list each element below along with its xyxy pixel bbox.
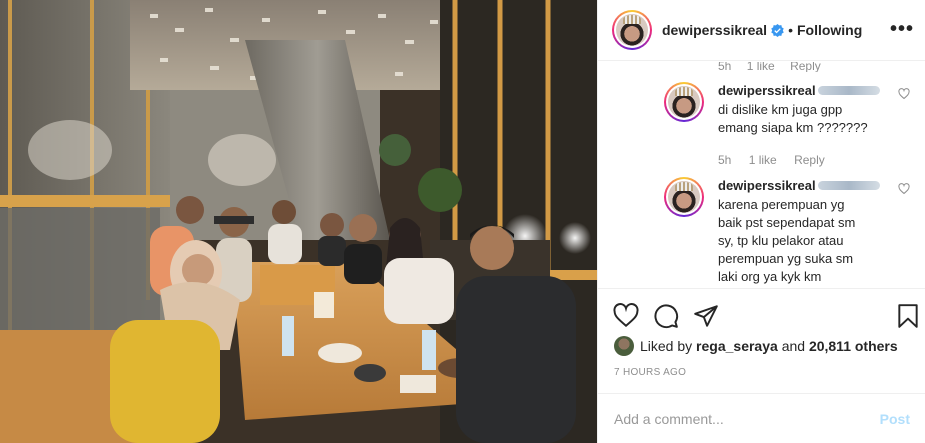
liker-avatar: [614, 336, 634, 356]
comment-time: 5h: [718, 62, 732, 72]
post-comment-button[interactable]: Post: [880, 411, 910, 427]
author-username[interactable]: dewiperssikreal: [662, 22, 767, 38]
likes-summary[interactable]: Liked by rega_seraya and 20,811 others: [614, 336, 898, 356]
comment-text: di dislike km juga gpp emang siapa km ??…: [718, 102, 868, 135]
add-comment-bar: Post: [598, 393, 925, 443]
comment-text: karena perempuan yg baik pst sependapat …: [718, 197, 856, 284]
reply-button[interactable]: Reply: [794, 153, 825, 167]
commenter-avatar[interactable]: [664, 177, 704, 217]
comment-likes[interactable]: 1 like: [749, 153, 777, 167]
post-actions-bar: [598, 288, 925, 340]
comment-like-heart-icon[interactable]: [898, 88, 910, 100]
comment-item: dewiperssikreal di dislike km juga gpp e…: [664, 82, 914, 172]
post-header: dewiperssikreal • Following •••: [598, 0, 925, 61]
add-comment-input[interactable]: [614, 410, 880, 427]
heart-icon[interactable]: [613, 303, 639, 329]
commenter-username[interactable]: dewiperssikreal: [718, 83, 816, 98]
likes-joiner: and: [781, 338, 806, 354]
post-photo[interactable]: [0, 0, 597, 443]
share-icon[interactable]: [693, 303, 719, 329]
comment-meta-partial: 5h 1 like Reply: [718, 62, 833, 72]
verified-badge-icon: [771, 23, 784, 37]
likes-others-count[interactable]: 20,811 others: [809, 338, 898, 354]
comment-icon[interactable]: [653, 303, 679, 329]
group-photo-image: [0, 0, 597, 443]
reply-button[interactable]: Reply: [790, 62, 821, 72]
following-button[interactable]: Following: [797, 22, 862, 38]
commenter-avatar[interactable]: [664, 82, 704, 122]
author-avatar[interactable]: [612, 10, 652, 50]
comment-item: dewiperssikreal karena perempuan yg baik…: [664, 177, 914, 288]
comment-meta: 5h 1 like Reply: [718, 153, 888, 167]
liker-username[interactable]: rega_seraya: [696, 338, 778, 354]
header-separator: •: [788, 22, 793, 38]
comment-time: 5h: [718, 153, 732, 167]
bookmark-icon[interactable]: [895, 303, 921, 329]
blurred-mention: [817, 181, 880, 190]
blurred-mention: [817, 86, 880, 95]
post-timestamp[interactable]: 7 HOURS AGO: [614, 367, 686, 378]
post-sidebar: dewiperssikreal • Following ••• 5h 1 lik…: [597, 0, 925, 443]
more-options-icon[interactable]: •••: [890, 18, 914, 41]
comment-like-heart-icon[interactable]: [898, 183, 910, 195]
likes-prefix: Liked by: [640, 338, 693, 354]
comment-likes[interactable]: 1 like: [747, 62, 775, 72]
comments-list[interactable]: 5h 1 like Reply dewiperssikreal di disli…: [598, 61, 925, 288]
commenter-username[interactable]: dewiperssikreal: [718, 178, 816, 193]
